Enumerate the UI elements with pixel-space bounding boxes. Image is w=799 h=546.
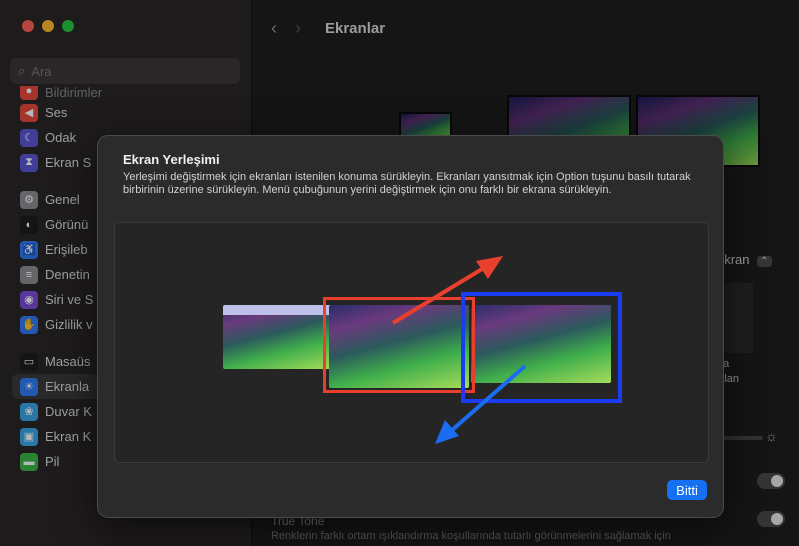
blue-arrow-icon bbox=[435, 364, 527, 444]
arrangement-area bbox=[114, 222, 709, 463]
done-button[interactable]: Bitti bbox=[667, 480, 707, 500]
annotation-arrows bbox=[391, 256, 527, 444]
sheet-title: Ekran Yerleşimi bbox=[123, 152, 220, 167]
red-arrow-icon bbox=[391, 256, 503, 325]
display-arrangement-sheet: Ekran Yerleşimi Yerleşimi değiştirmek iç… bbox=[97, 135, 724, 518]
sheet-description: Yerleşimi değiştirmek için ekranları ist… bbox=[123, 171, 691, 196]
